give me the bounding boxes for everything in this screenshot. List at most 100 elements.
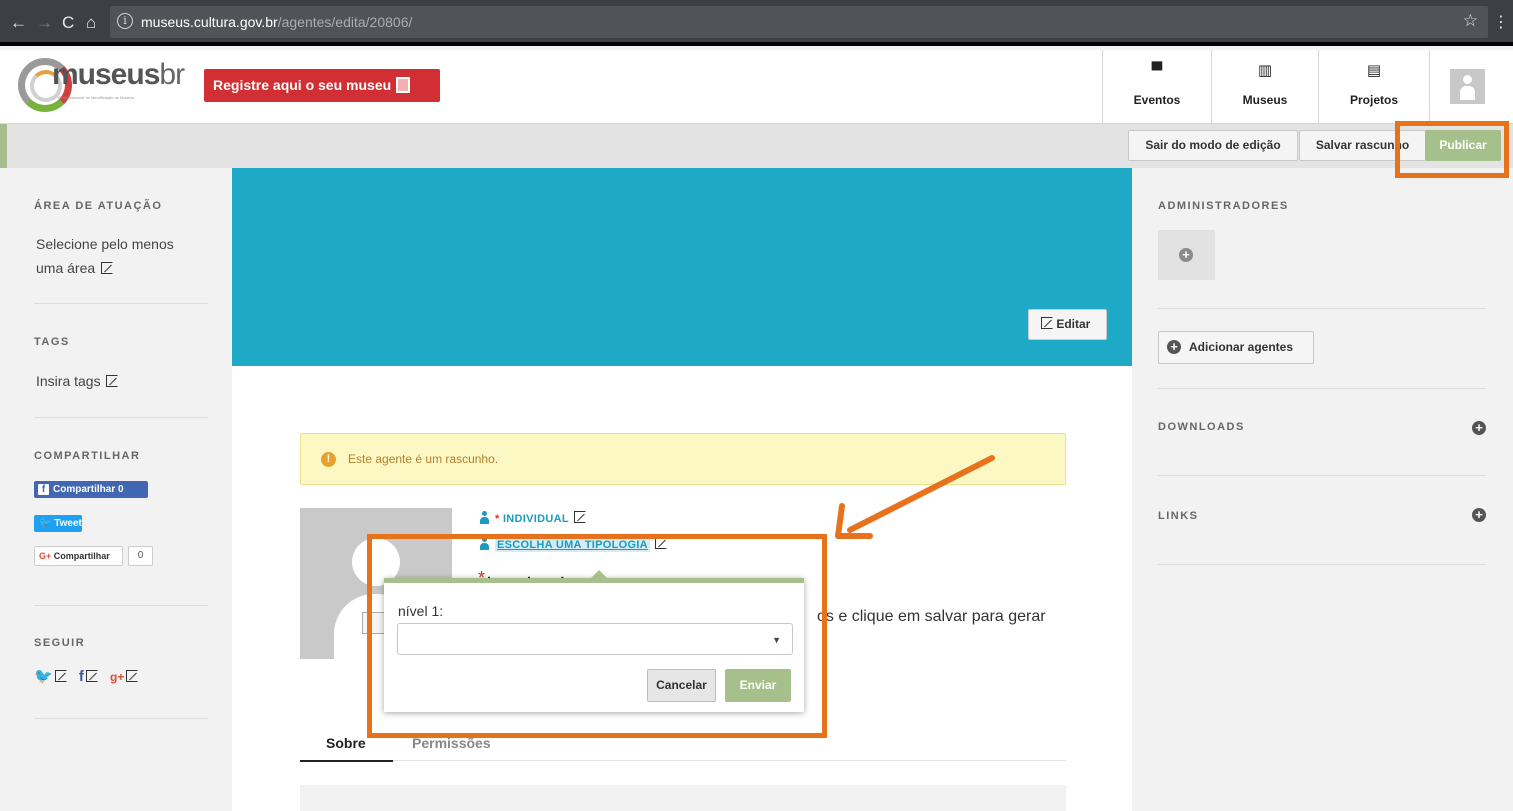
- agent-type[interactable]: * INDIVIDUAL: [480, 511, 587, 525]
- divider: [1158, 388, 1486, 389]
- avatar-head-icon: [1463, 75, 1472, 84]
- register-museum-button[interactable]: Registre aqui o seu museu: [204, 69, 440, 102]
- downloads-title: DOWNLOADS: [1158, 421, 1245, 433]
- warning-icon: !: [321, 452, 336, 467]
- nav-museus-label: Museus: [1242, 93, 1288, 107]
- logo-tagline: Rede Nacional de Identificação de Museus: [58, 95, 135, 100]
- agent-type-label: INDIVIDUAL: [502, 513, 569, 525]
- edit-icon[interactable]: [106, 375, 119, 387]
- tags-title: TAGS: [34, 336, 70, 348]
- edit-icon[interactable]: [101, 262, 114, 274]
- edit-icon[interactable]: [574, 511, 587, 523]
- divider: [34, 605, 208, 606]
- bookmark-star-icon[interactable]: ☆: [1463, 11, 1478, 31]
- follow-links: 🐦 f g+: [34, 668, 139, 686]
- nav-projetos[interactable]: ▤ Projetos: [1318, 50, 1429, 123]
- tags-text: Insira tags: [36, 373, 101, 389]
- google-plus-icon: G+: [39, 551, 52, 561]
- edit-icon[interactable]: [54, 670, 67, 682]
- draft-alert-text: Este agente é um rascunho.: [348, 452, 499, 466]
- content-panel: [300, 785, 1066, 811]
- divider: [34, 303, 208, 304]
- edit-toolbar: Sair do modo de edição Salvar rascunho P…: [0, 124, 1513, 168]
- left-sidebar: ÁREA DE ATUAÇÃO Selecione pelo menos uma…: [0, 168, 232, 811]
- area-line-1: Selecione pelo menos: [36, 236, 174, 252]
- building-icon: [396, 77, 411, 93]
- area-line-2: uma área: [36, 260, 96, 276]
- google-plus-icon[interactable]: g+: [110, 670, 124, 684]
- info-icon[interactable]: i: [117, 13, 133, 29]
- plus-icon: +: [1167, 340, 1181, 354]
- logo-brand-main: museus: [52, 58, 160, 91]
- tags-input[interactable]: Insira tags: [36, 369, 119, 393]
- nav-eventos[interactable]: ▀ Eventos: [1102, 50, 1211, 123]
- tab-sobre[interactable]: Sobre: [300, 735, 393, 762]
- reload-icon[interactable]: C: [62, 13, 74, 33]
- exit-edit-mode-button[interactable]: Sair do modo de edição: [1128, 130, 1298, 161]
- url-host: museus.cultura.gov.br: [141, 14, 278, 30]
- site-header: museusbr Rede Nacional de Identificação …: [0, 50, 1513, 124]
- annotation-arrow-icon: [835, 455, 995, 539]
- admins-title: ADMINISTRADORES: [1158, 200, 1289, 212]
- user-menu[interactable]: [1429, 50, 1513, 123]
- cover-image: Editar: [232, 168, 1132, 366]
- agent-description[interactable]: os e clique em salvar para gerar: [817, 608, 1046, 626]
- museusbr-logo[interactable]: museusbr Rede Nacional de Identificação …: [18, 58, 188, 112]
- google-plus-share-label: Compartilhar: [53, 551, 110, 561]
- back-arrow-icon[interactable]: ←: [10, 13, 27, 33]
- links-title: LINKS: [1158, 510, 1199, 522]
- twitter-icon[interactable]: 🐦: [34, 668, 53, 685]
- divider: [1158, 308, 1486, 309]
- browser-chrome: ← → C ⌂ i museus.cultura.gov.br/agentes/…: [0, 0, 1513, 46]
- facebook-icon: f: [38, 484, 49, 495]
- url-path: /agentes/edita/20806/: [277, 14, 413, 30]
- avatar-body-icon: [1460, 86, 1475, 100]
- nav-museus[interactable]: ▥ Museus: [1211, 50, 1318, 123]
- add-download-plus-icon[interactable]: +: [1472, 421, 1486, 435]
- facebook-icon[interactable]: f: [79, 668, 84, 685]
- add-link-plus-icon[interactable]: +: [1472, 508, 1486, 522]
- home-icon[interactable]: ⌂: [86, 13, 96, 33]
- building-icon: ▥: [1257, 62, 1273, 79]
- logo-text: museusbr: [52, 58, 185, 92]
- address-bar[interactable]: i museus.cultura.gov.br/agentes/edita/20…: [110, 6, 1488, 38]
- edit-icon: [1041, 317, 1053, 329]
- facebook-share-button[interactable]: f Compartilhar 0: [34, 481, 148, 498]
- person-icon: [480, 511, 489, 524]
- popover-highlight-box: [367, 534, 827, 738]
- follow-title: SEGUIR: [34, 637, 86, 649]
- nav-eventos-label: Eventos: [1133, 93, 1181, 107]
- register-museum-label: Registre aqui o seu museu: [213, 77, 392, 93]
- divider: [1158, 564, 1486, 565]
- publish-highlight-box: [1395, 121, 1509, 178]
- calendar-icon: ▀: [1151, 62, 1163, 79]
- google-plus-share-button[interactable]: G+ Compartilhar: [34, 546, 123, 566]
- right-sidebar: ADMINISTRADORES + + Adicionar agentes DOW…: [1132, 168, 1513, 811]
- add-admin-button[interactable]: +: [1158, 230, 1215, 280]
- area-select[interactable]: Selecione pelo menos uma área: [36, 232, 174, 280]
- divider: [34, 718, 208, 719]
- required-mark: *: [495, 513, 500, 525]
- logo-brand-suffix: br: [159, 58, 185, 91]
- edit-cover-button[interactable]: Editar: [1028, 309, 1107, 340]
- browser-menu-icon[interactable]: ⋮: [1493, 12, 1509, 32]
- add-agents-label: Adicionar agentes: [1189, 340, 1294, 354]
- edit-icon[interactable]: [126, 670, 139, 682]
- facebook-share-label: Compartilhar 0: [53, 484, 124, 495]
- area-title: ÁREA DE ATUAÇÃO: [34, 200, 163, 212]
- share-title: COMPARTILHAR: [34, 450, 141, 462]
- document-icon: ▤: [1366, 62, 1382, 79]
- nav-projetos-label: Projetos: [1349, 93, 1398, 107]
- add-agents-button[interactable]: + Adicionar agentes: [1158, 331, 1314, 364]
- avatar[interactable]: [1450, 69, 1485, 104]
- edit-icon[interactable]: [85, 670, 98, 682]
- tweet-button[interactable]: 🐦 Tweet: [34, 515, 82, 532]
- twitter-bird-icon: 🐦: [39, 518, 52, 529]
- plus-icon: +: [1179, 248, 1193, 262]
- url-text: museus.cultura.gov.br/agentes/edita/2080…: [141, 14, 412, 30]
- tweet-label: Tweet: [54, 518, 82, 529]
- divider: [34, 417, 208, 418]
- forward-arrow-icon[interactable]: →: [36, 13, 53, 33]
- google-plus-count: 0: [128, 546, 153, 566]
- edit-cover-label: Editar: [1056, 317, 1091, 331]
